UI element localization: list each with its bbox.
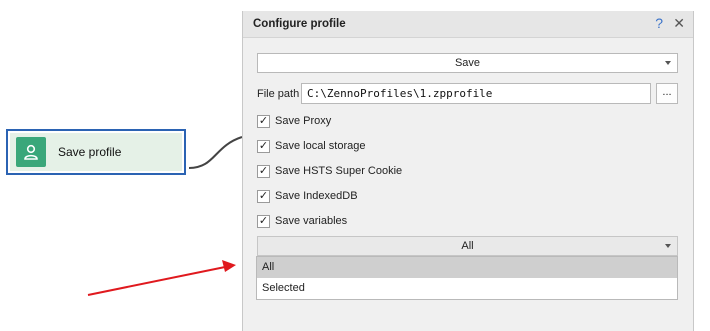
node-body: Save profile (10, 133, 182, 171)
save-proxy-option[interactable]: ✓ Save Proxy (257, 113, 331, 129)
save-proxy-label: Save Proxy (275, 115, 332, 127)
save-hsts-checkbox[interactable]: ✓ (257, 164, 270, 178)
chevron-down-icon (665, 61, 671, 65)
dialog-title: Configure profile (253, 18, 346, 30)
save-variables-label: Save variables (275, 215, 348, 227)
user-icon (16, 137, 46, 167)
close-icon[interactable]: ✕ (673, 15, 685, 32)
save-hsts-label: Save HSTS Super Cookie (275, 165, 403, 177)
save-variables-option[interactable]: ✓ Save variables (257, 213, 347, 229)
save-profile-node[interactable]: Save profile (6, 129, 186, 175)
save-local-storage-label: Save local storage (275, 140, 366, 152)
dialog-header: Configure profile ? ✕ (243, 11, 693, 38)
save-indexeddb-checkbox[interactable]: ✓ (257, 189, 270, 203)
workflow-canvas: Save profile Configure profile ? ✕ Save … (0, 0, 710, 331)
variables-select-value: All (461, 240, 474, 252)
variables-select[interactable]: All (257, 236, 678, 256)
file-path-label: File path (257, 88, 300, 100)
save-indexeddb-option[interactable]: ✓ Save IndexedDB (257, 188, 358, 204)
save-hsts-option[interactable]: ✓ Save HSTS Super Cookie (257, 163, 402, 179)
help-icon[interactable]: ? (655, 15, 663, 31)
save-local-storage-checkbox[interactable]: ✓ (257, 139, 270, 153)
action-select[interactable]: Save (257, 53, 678, 73)
red-arrow-line (87, 265, 231, 296)
dropdown-option-all[interactable]: All (257, 257, 677, 278)
save-local-storage-option[interactable]: ✓ Save local storage (257, 138, 366, 154)
save-indexeddb-label: Save IndexedDB (275, 190, 358, 202)
chevron-down-icon (665, 244, 671, 248)
save-variables-checkbox[interactable]: ✓ (257, 214, 270, 228)
variables-dropdown-list: All Selected (256, 256, 678, 300)
action-select-value: Save (454, 57, 481, 69)
red-arrow-head (222, 260, 236, 272)
node-label: Save profile (58, 145, 122, 159)
save-proxy-checkbox[interactable]: ✓ (257, 114, 270, 128)
file-path-input[interactable]: C:\ZennoProfiles\1.zpprofile (301, 83, 651, 104)
browse-button[interactable]: ... (656, 83, 678, 104)
dropdown-option-selected[interactable]: Selected (257, 278, 677, 299)
